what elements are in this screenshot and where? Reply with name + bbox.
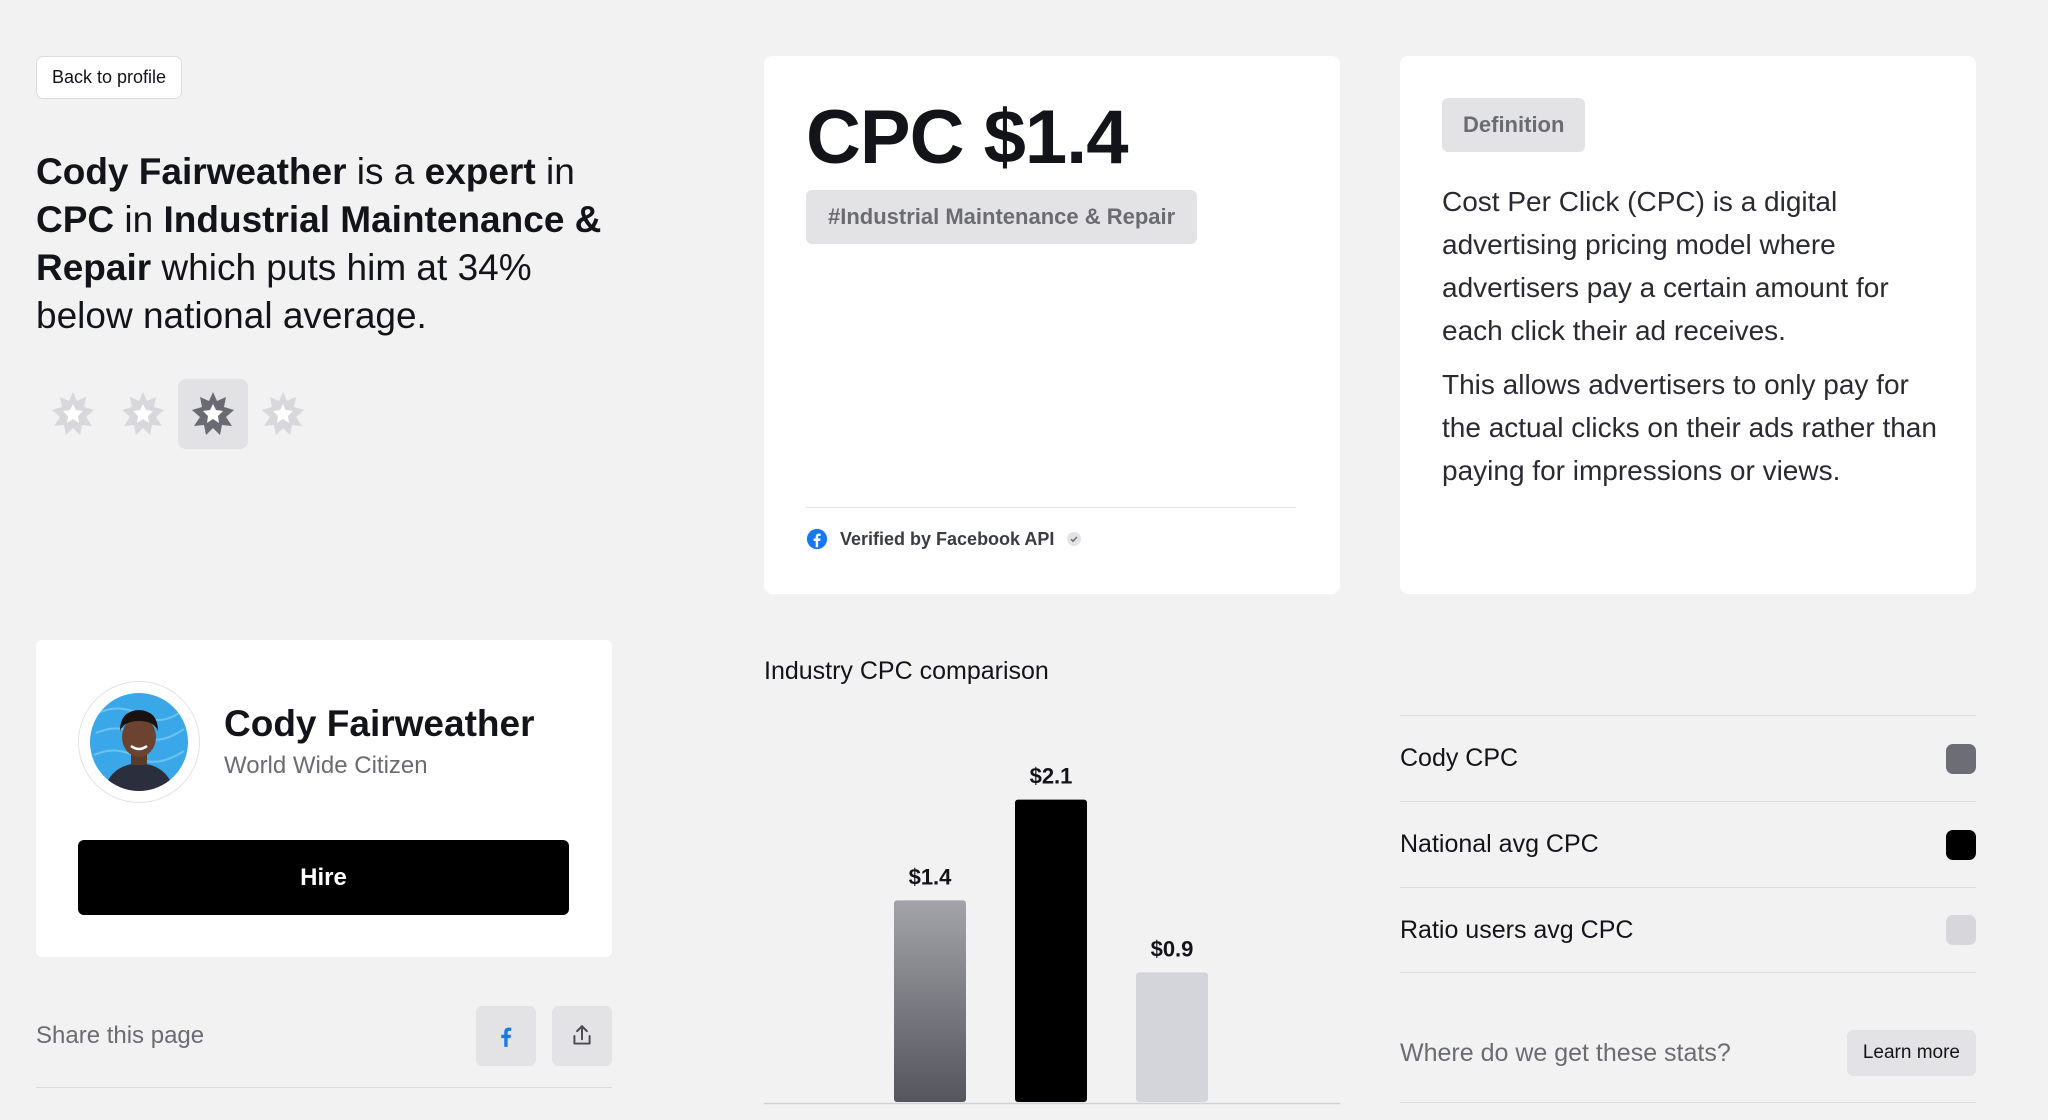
headline-name: Cody Fairweather (36, 151, 347, 192)
legend-item-cody-cpc: Cody CPC (1400, 715, 1976, 801)
badge-star-icon (262, 392, 304, 435)
avatar (90, 693, 188, 791)
cpc-bar-chart: $1.4 $2.1 $0.9 (764, 764, 1340, 1105)
headline-metric: CPC (36, 199, 115, 240)
headline-text-1: is a (346, 151, 425, 192)
facebook-logo-icon (806, 528, 828, 550)
chart-legend: Cody CPC National avg CPC Ratio users av… (1400, 715, 1976, 973)
bar-value-label: $2.1 (1030, 764, 1073, 789)
facebook-share-button[interactable] (476, 1006, 536, 1066)
expertise-rating (38, 379, 318, 449)
chart-title: Industry CPC comparison (764, 657, 1049, 685)
headline-text-3: in (114, 199, 164, 240)
legend-swatch (1946, 743, 1976, 774)
industry-tag[interactable]: #Industrial Maintenance & Repair (806, 190, 1198, 244)
legend-item-ratio-users-avg: Ratio users avg CPC (1400, 887, 1976, 973)
definition-card: Definition Cost Per Click (CPC) is a dig… (1400, 56, 1976, 594)
share-label: Share this page (36, 1022, 205, 1049)
divider (806, 507, 1296, 508)
legend-label: Cody CPC (1400, 744, 1519, 772)
facebook-icon (501, 1027, 512, 1047)
bar-ratio-users-avg-cpc (1136, 972, 1208, 1102)
check-circle-icon (1067, 532, 1082, 546)
legend-swatch (1946, 915, 1976, 945)
stats-question: Where do we get these stats? (1400, 1038, 1731, 1067)
headline: Cody Fairweather is a expert in CPC in I… (36, 148, 636, 340)
legend-label: National avg CPC (1400, 830, 1599, 858)
profile-name: Cody Fairweather (224, 703, 535, 744)
share-button[interactable] (552, 1006, 612, 1066)
badge-star-icon (192, 392, 234, 435)
rating-star-4[interactable] (248, 379, 318, 449)
legend-label: Ratio users avg CPC (1400, 915, 1634, 944)
learn-more-button[interactable]: Learn more (1846, 1030, 1976, 1076)
rating-star-3[interactable] (178, 379, 248, 449)
headline-level: expert (424, 151, 536, 192)
definition-text: Cost Per Click (CPC) is a digital advert… (1442, 180, 1942, 492)
bar-value-label: $1.4 (909, 864, 953, 889)
cpc-value-title: CPC $1.4 (806, 95, 1128, 180)
verified-label: Verified by Facebook API (840, 528, 1055, 549)
legend-item-national-avg: National avg CPC (1400, 801, 1976, 887)
badge-star-icon (52, 392, 94, 435)
badge-star-icon (122, 392, 164, 435)
profile-card: Cody Fairweather World Wide Citizen Hire (36, 640, 612, 957)
legend-swatch (1946, 829, 1976, 860)
profile-subtitle: World Wide Citizen (224, 752, 428, 779)
verified-source: Verified by Facebook API (806, 528, 1082, 550)
bar-value-label: $0.9 (1151, 936, 1194, 961)
headline-text-2: in (535, 151, 575, 192)
definition-paragraph-1: Cost Per Click (CPC) is a digital advert… (1442, 186, 1889, 346)
divider (36, 1087, 612, 1088)
hire-button[interactable]: Hire (78, 840, 569, 915)
bar-cody-cpc (894, 900, 966, 1102)
share-icon (573, 1025, 591, 1045)
back-to-profile-button[interactable]: Back to profile (36, 56, 183, 99)
definition-paragraph-2: This allows advertisers to only pay for … (1442, 369, 1937, 486)
rating-star-2[interactable] (108, 379, 178, 449)
definition-badge: Definition (1442, 98, 1586, 152)
stats-source-row: Where do we get these stats? Learn more (1400, 1030, 1976, 1076)
bar-national-avg-cpc (1015, 799, 1087, 1102)
divider (1400, 1102, 1976, 1103)
avatar-frame (78, 681, 200, 803)
cpc-card: CPC $1.4 #Industrial Maintenance & Repai… (764, 56, 1340, 594)
rating-star-1[interactable] (38, 379, 108, 449)
